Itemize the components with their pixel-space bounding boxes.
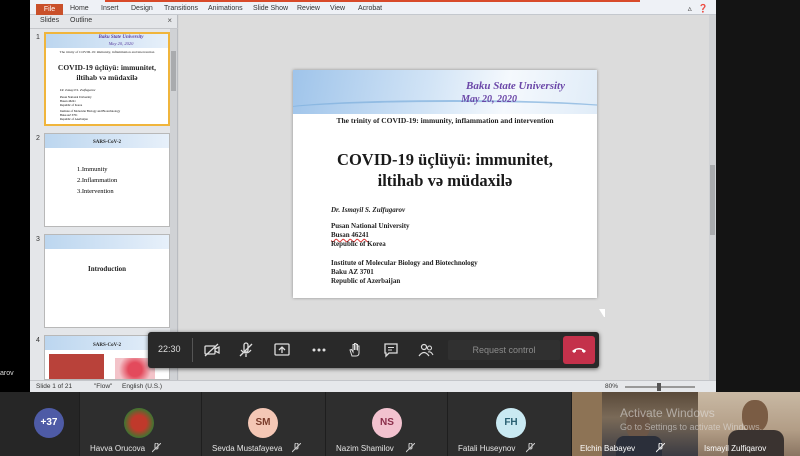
thumb-image	[49, 354, 104, 379]
participant-tile[interactable]: SM Sevda Mustafayeva	[202, 392, 326, 456]
thumb-title: Introduction	[88, 265, 126, 273]
mic-off-icon	[406, 443, 415, 453]
participants-icon[interactable]	[414, 338, 438, 362]
thumb-title-l2: iltihab və müdaxilə	[76, 73, 138, 82]
editor-scrollbar[interactable]	[709, 15, 716, 380]
presenter-name-cut: arov	[0, 370, 14, 377]
ribbon-tabs: File Home Insert Design Transitions Anim…	[30, 0, 716, 15]
participant-tile[interactable]: FH Fatali Huseynov	[448, 392, 572, 456]
title-accent-bar	[105, 0, 640, 2]
current-slide[interactable]: Baku State University May 20, 2020 The t…	[293, 70, 597, 298]
thumb-number: 2	[36, 135, 40, 142]
window-controls-icon[interactable]: ▵ ❓	[688, 4, 710, 13]
video-side-strip	[716, 0, 800, 392]
teams-meeting-window: arov File Home Insert Design Transitions…	[0, 0, 800, 456]
share-screen-icon[interactable]	[270, 338, 294, 362]
slide-author: Dr. Ismayil S. Zulfugarov	[331, 206, 406, 214]
slide-university: Baku State University	[465, 80, 565, 92]
panel-tabs: Slides Outline ×	[30, 15, 178, 29]
tab-insert[interactable]: Insert	[101, 5, 119, 12]
thumb-trinity: The trinity of COVID-19: immunity, infla…	[59, 50, 155, 54]
tab-transitions[interactable]: Transitions	[164, 5, 198, 12]
status-zoom[interactable]: 80%	[605, 383, 618, 390]
panel-scrollbar[interactable]	[170, 29, 177, 380]
thumb-affiliation: Pusan National University Busan 46241 Repu…	[60, 95, 121, 121]
overflow-tile[interactable]: +37	[0, 392, 80, 456]
tab-home[interactable]: Home	[70, 5, 89, 12]
zoom-slider-thumb[interactable]	[657, 383, 661, 391]
thumb-header-band	[45, 235, 169, 249]
avatar	[124, 408, 154, 438]
status-language[interactable]: English (U.S.)	[122, 383, 162, 390]
slide-thumbnail-3[interactable]: Introduction	[44, 234, 170, 328]
status-theme: "Flow"	[94, 383, 113, 390]
mic-off-icon	[656, 443, 665, 453]
tab-design[interactable]: Design	[131, 5, 153, 12]
mic-off-icon[interactable]	[234, 338, 258, 362]
avatar: FH	[496, 408, 526, 438]
participant-name: Ismayil Zulfiqarov	[704, 444, 767, 453]
hang-up-button[interactable]	[563, 336, 595, 364]
slide-editor: Baku State University May 20, 2020 The t…	[179, 15, 716, 380]
mouse-cursor-icon	[599, 309, 605, 317]
raise-hand-icon[interactable]	[343, 338, 367, 362]
mic-off-icon	[152, 443, 161, 453]
file-tab[interactable]: File	[36, 4, 63, 15]
participant-name: Elchin Babayev	[580, 444, 636, 453]
slide-title-line1: COVID-19 üçlüyü: immunitet,	[337, 150, 553, 169]
activation-watermark-sub: Go to Settings to activate Windows.	[620, 422, 763, 432]
thumb-title-l1: COVID-19 üçlüyü: immunitet,	[57, 63, 157, 72]
activation-watermark: Activate Windows	[620, 406, 715, 420]
meeting-timer: 22:30	[158, 344, 181, 354]
thumb-university: Baku State University	[98, 35, 144, 40]
presenter-edge: arov	[0, 0, 30, 392]
thumb-number: 4	[36, 337, 40, 344]
slides-panel: Slides Outline × 1 Baku State University…	[30, 15, 178, 380]
participant-name: Havva Orucova	[90, 444, 146, 453]
status-slide: Slide 1 of 21	[36, 383, 73, 390]
close-icon[interactable]: ×	[167, 16, 172, 25]
tab-slide-show[interactable]: Slide Show	[253, 5, 288, 12]
scroll-thumb[interactable]	[171, 51, 176, 91]
thumb-number: 3	[36, 236, 40, 243]
slide-affiliation-2: Institute of Molecular Biology and Biote…	[331, 259, 478, 285]
status-bar: Slide 1 of 21 "Flow" English (U.S.) 80%	[30, 380, 716, 392]
participant-name: Nazim Shamilov	[336, 444, 394, 453]
mic-off-icon	[526, 443, 535, 453]
tab-acrobat[interactable]: Acrobat	[358, 5, 382, 12]
thumb-list: 1.Immunity 2.Inflammation 3.Intervention	[77, 166, 118, 195]
avatar: SM	[248, 408, 278, 438]
request-control-button[interactable]: Request control	[448, 340, 560, 360]
tab-review[interactable]: Review	[297, 5, 320, 12]
participant-tile[interactable]: Havva Orucova	[80, 392, 202, 456]
slide-thumbnail-2[interactable]: SARS-CoV-2 1.Immunity 2.Inflammation 3.I…	[44, 133, 170, 227]
overflow-count[interactable]: +37	[34, 408, 64, 438]
participant-name: Sevda Mustafayeva	[212, 444, 283, 453]
tab-view[interactable]: View	[330, 5, 345, 12]
scroll-thumb[interactable]	[710, 165, 715, 235]
slide-title: COVID-19 üçlüyü: immunitet, iltihab və m…	[293, 149, 597, 191]
slide-thumbnail-1[interactable]: Baku State University May 20, 2020 The t…	[44, 32, 170, 126]
tab-animations[interactable]: Animations	[208, 5, 243, 12]
thumb-heading: SARS-CoV-2	[93, 140, 121, 145]
slide-subtitle: The trinity of COVID-19: immunity, infla…	[336, 116, 554, 125]
thumb-number: 1	[36, 34, 40, 41]
more-icon[interactable]	[307, 338, 331, 362]
camera-off-icon[interactable]	[200, 338, 224, 362]
thumb-author: Dr. Ismayil S. Zulfugarov	[60, 88, 96, 92]
divider	[192, 338, 193, 362]
slide-title-line2: iltihab və müdaxilə	[377, 171, 513, 190]
hang-up-icon	[572, 348, 586, 353]
participant-name: Fatali Huseynov	[458, 444, 516, 453]
tab-outline[interactable]: Outline	[70, 17, 92, 24]
thumb-date: May 20, 2020	[108, 41, 134, 46]
meeting-toolbar: 22:30 Request control	[148, 332, 599, 368]
slide-date: May 20, 2020	[461, 94, 517, 105]
avatar: NS	[372, 408, 402, 438]
chat-icon[interactable]	[379, 338, 403, 362]
tab-slides[interactable]: Slides	[40, 17, 59, 24]
slide-affiliation-1: Pusan National University Busan 46241 Re…	[331, 222, 410, 248]
mic-off-icon	[292, 443, 301, 453]
participant-tile[interactable]: NS Nazim Shamilov	[326, 392, 448, 456]
